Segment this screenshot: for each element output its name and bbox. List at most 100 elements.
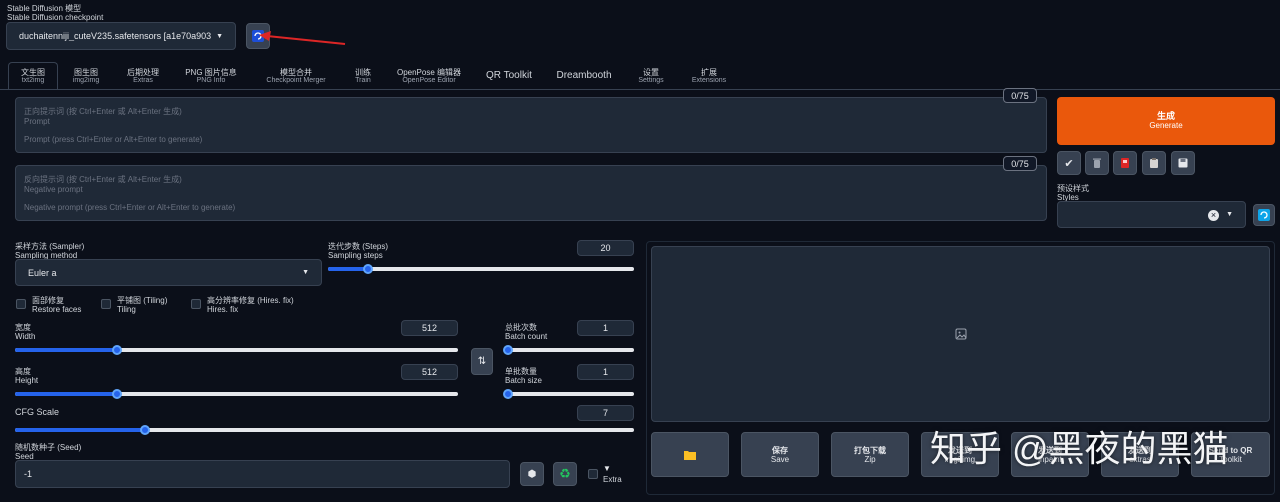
hires-fix-label-cn: 高分辨率修复 (Hires. fix) bbox=[207, 296, 294, 305]
chevron-down-icon: ▼ bbox=[216, 32, 223, 40]
prompt-placeholder-cn: 正向提示词 (按 Ctrl+Enter 或 Alt+Enter 生成) bbox=[24, 107, 182, 116]
batch-count-label-cn: 总批次数 bbox=[505, 323, 537, 332]
height-slider-thumb[interactable] bbox=[112, 389, 122, 399]
tiling-checkbox[interactable] bbox=[101, 299, 111, 309]
negative-placeholder-en: Negative prompt bbox=[24, 185, 83, 194]
negative-placeholder-cn: 反向提示词 (按 Ctrl+Enter 或 Alt+Enter 生成) bbox=[24, 175, 182, 184]
tiling-label-en: Tiling bbox=[117, 305, 136, 314]
prompt-token-counter: 0/75 bbox=[1003, 88, 1037, 103]
refresh-styles-button[interactable] bbox=[1253, 204, 1275, 226]
batch-size-input[interactable]: 1 bbox=[577, 364, 634, 380]
batch-size-label-en: Batch size bbox=[505, 376, 542, 385]
styles-label-cn: 预设样式 bbox=[1057, 184, 1089, 193]
checkpoint-label-en: Stable Diffusion checkpoint bbox=[7, 13, 104, 22]
zhihu-watermark: 知乎 @黑夜的黑猫 bbox=[930, 428, 1229, 469]
steps-input[interactable]: 20 bbox=[577, 240, 634, 256]
random-seed-button[interactable]: ⬢ bbox=[520, 462, 544, 486]
prompt-placeholder-en: Prompt bbox=[24, 117, 50, 126]
hires-fix-label-en: Hires. fix bbox=[207, 305, 239, 314]
negative-placeholder-hint: Negative prompt (press Ctrl+Enter or Alt… bbox=[24, 203, 236, 212]
swap-dimensions-button[interactable]: ⇅ bbox=[471, 348, 493, 375]
width-slider[interactable] bbox=[15, 345, 458, 355]
zip-button[interactable]: 打包下载 Zip bbox=[831, 432, 909, 477]
batch-size-slider-thumb[interactable] bbox=[503, 389, 513, 399]
tabs-divider bbox=[0, 89, 1280, 90]
tab-png-info[interactable]: PNG 图片信息 PNG Info bbox=[178, 68, 244, 85]
image-placeholder-icon bbox=[955, 328, 966, 340]
width-label-cn: 宽度 bbox=[15, 323, 31, 332]
save-style-button[interactable] bbox=[1171, 151, 1195, 175]
clear-prompt-button[interactable] bbox=[1085, 151, 1109, 175]
tab-openpose-editor[interactable]: OpenPose 编辑器 OpenPose Editor bbox=[390, 68, 468, 85]
tab-dreambooth[interactable]: Dreambooth bbox=[550, 68, 618, 84]
cfg-scale-label: CFG Scale bbox=[15, 407, 60, 417]
restore-faces-label-cn: 面部修复 bbox=[32, 296, 64, 305]
clear-styles-icon[interactable]: × bbox=[1208, 210, 1219, 221]
refresh-icon bbox=[1258, 209, 1270, 221]
tab-train[interactable]: 训练 Train bbox=[346, 68, 380, 85]
cfg-scale-slider[interactable] bbox=[15, 425, 634, 435]
reuse-seed-button[interactable]: ♻ bbox=[553, 462, 577, 486]
tiling-label-cn: 平铺图 (Tiling) bbox=[117, 296, 168, 305]
checkpoint-select[interactable]: duchaitenniji_cuteV235.safetensors [a1e7… bbox=[6, 22, 236, 50]
restore-faces-checkbox[interactable] bbox=[16, 299, 26, 309]
tab-txt2img[interactable]: 文生图 txt2img bbox=[12, 68, 54, 85]
checkpoint-label-cn: Stable Diffusion 模型 bbox=[7, 4, 82, 13]
red-card-icon bbox=[1121, 158, 1129, 168]
open-folder-button[interactable] bbox=[651, 432, 729, 477]
seed-input[interactable]: -1 bbox=[15, 460, 510, 488]
steps-label-en: Sampling steps bbox=[328, 251, 383, 260]
steps-slider[interactable] bbox=[328, 264, 634, 274]
red-arrow-annotation bbox=[259, 31, 346, 45]
output-gallery bbox=[651, 246, 1270, 422]
hires-fix-checkbox[interactable] bbox=[191, 299, 201, 309]
steps-slider-thumb[interactable] bbox=[363, 264, 373, 274]
tab-checkpoint-merger[interactable]: 模型合并 Checkpoint Merger bbox=[254, 68, 338, 85]
tab-qr-toolkit[interactable]: QR Toolkit bbox=[478, 68, 540, 84]
tab-img2img[interactable]: 图生图 img2img bbox=[64, 68, 108, 85]
chevron-down-icon: ▼ bbox=[302, 269, 309, 276]
trash-icon bbox=[1093, 158, 1101, 168]
save-icon bbox=[1178, 158, 1188, 168]
batch-count-slider[interactable] bbox=[503, 345, 634, 355]
clipboard-icon bbox=[1150, 158, 1158, 168]
batch-size-label-cn: 单批数量 bbox=[505, 367, 537, 376]
negative-prompt-textarea[interactable]: 反向提示词 (按 Ctrl+Enter 或 Alt+Enter 生成) Nega… bbox=[15, 165, 1047, 221]
paste-button[interactable] bbox=[1142, 151, 1166, 175]
restore-faces-label-en: Restore faces bbox=[32, 305, 82, 314]
prompt-textarea[interactable]: 正向提示词 (按 Ctrl+Enter 或 Alt+Enter 生成) Prom… bbox=[15, 97, 1047, 153]
styles-select[interactable]: × ▼ bbox=[1057, 201, 1246, 228]
sampler-select[interactable]: Euler a ▼ bbox=[15, 259, 322, 286]
generate-button[interactable]: 生成 Generate bbox=[1057, 97, 1275, 145]
sampler-label-cn: 采样方法 (Sampler) bbox=[15, 242, 85, 251]
height-input[interactable]: 512 bbox=[401, 364, 458, 380]
negative-token-counter: 0/75 bbox=[1003, 156, 1037, 171]
tab-extensions[interactable]: 扩展 Extensions bbox=[682, 68, 736, 85]
tab-extras[interactable]: 后期处理 Extras bbox=[118, 68, 168, 85]
width-label-en: Width bbox=[15, 332, 36, 341]
cfg-scale-slider-thumb[interactable] bbox=[140, 425, 150, 435]
width-slider-thumb[interactable] bbox=[112, 345, 122, 355]
tab-settings[interactable]: 设置 Settings bbox=[630, 68, 672, 85]
folder-icon bbox=[684, 450, 696, 460]
show-extra-networks-button[interactable] bbox=[1113, 151, 1137, 175]
recycle-icon: ♻ bbox=[559, 466, 571, 481]
batch-size-slider[interactable] bbox=[503, 389, 634, 399]
cfg-scale-input[interactable]: 7 bbox=[577, 405, 634, 421]
save-button[interactable]: 保存 Save bbox=[741, 432, 819, 477]
seed-value: -1 bbox=[24, 469, 33, 479]
sampler-value: Euler a bbox=[28, 267, 57, 278]
height-label-en: Height bbox=[15, 376, 39, 385]
batch-count-input[interactable]: 1 bbox=[577, 320, 634, 336]
height-slider[interactable] bbox=[15, 389, 458, 399]
dice-icon: ⬢ bbox=[527, 468, 537, 480]
apply-style-button[interactable]: ✔ bbox=[1057, 151, 1081, 175]
extra-seed-checkbox[interactable] bbox=[588, 469, 598, 479]
batch-count-slider-thumb[interactable] bbox=[503, 345, 513, 355]
batch-count-label-en: Batch count bbox=[505, 332, 548, 341]
chevron-down-icon: ▼ bbox=[1226, 211, 1233, 218]
checkpoint-value: duchaitenniji_cuteV235.safetensors [a1e7… bbox=[19, 31, 212, 41]
width-input[interactable]: 512 bbox=[401, 320, 458, 336]
prompt-placeholder-hint: Prompt (press Ctrl+Enter or Alt+Enter to… bbox=[24, 135, 203, 144]
height-label-cn: 高度 bbox=[15, 367, 31, 376]
